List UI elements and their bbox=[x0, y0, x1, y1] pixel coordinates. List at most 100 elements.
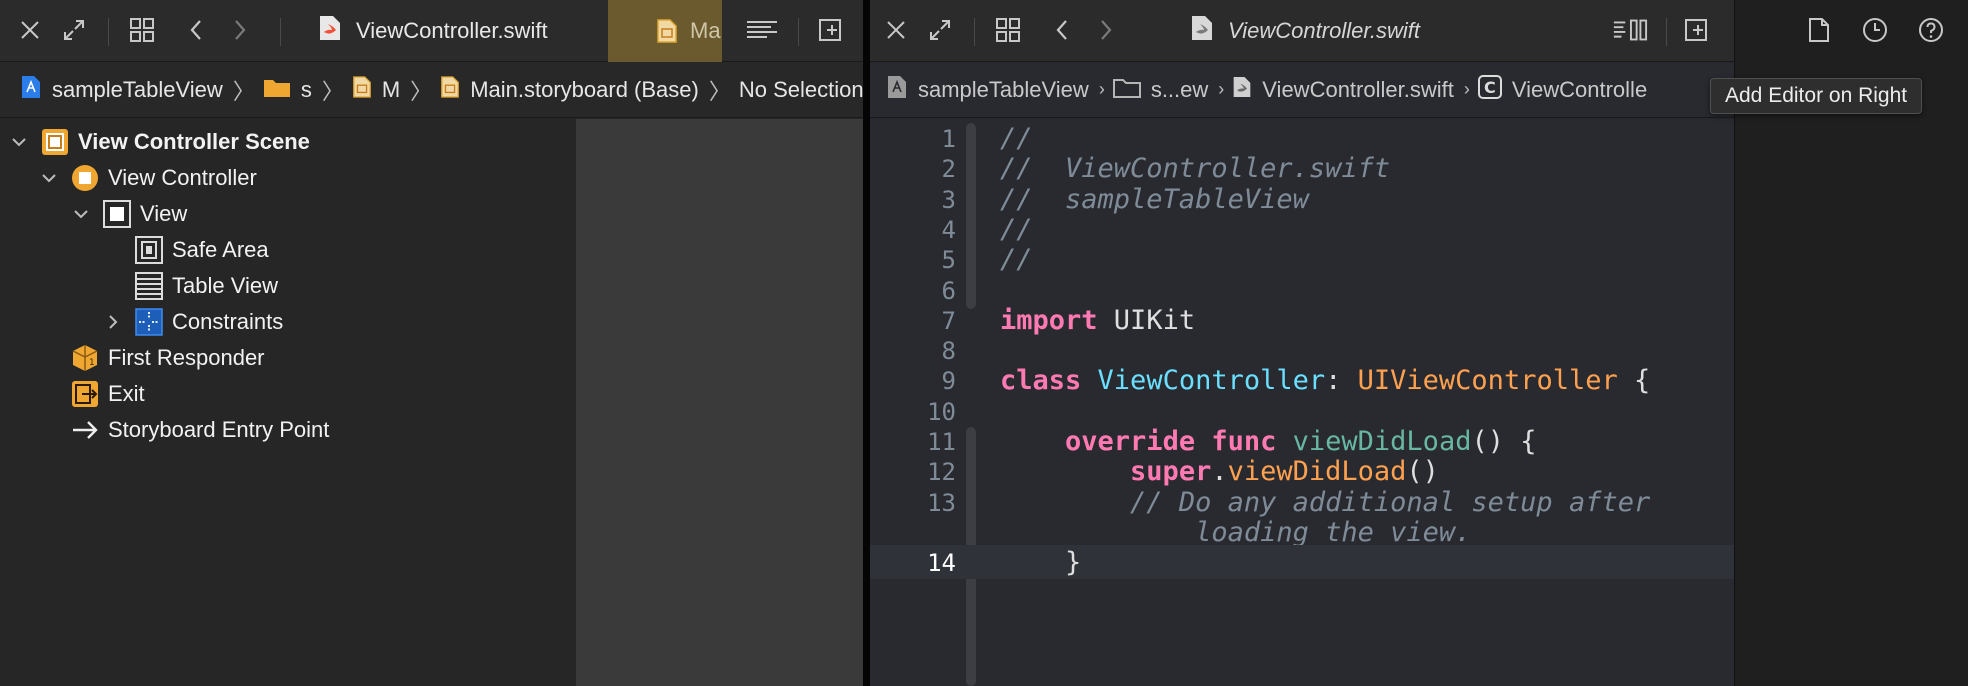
quick-help-icon[interactable] bbox=[1913, 12, 1949, 48]
jump-item-class[interactable]: C ViewControlle bbox=[1477, 74, 1653, 105]
jump-item-label: ViewControlle bbox=[1511, 76, 1648, 102]
jump-item-project[interactable]: sampleTableView bbox=[886, 74, 1095, 106]
jump-item-label: No Selection bbox=[738, 76, 863, 102]
view-controller-icon bbox=[70, 163, 100, 193]
chevron-down-icon[interactable] bbox=[70, 208, 92, 220]
code-line[interactable]: override func viewDidLoad() { bbox=[1000, 426, 1536, 457]
swift-file-icon bbox=[318, 14, 342, 48]
code-token: ViewController bbox=[1097, 365, 1326, 396]
line-number: 12 bbox=[927, 458, 956, 486]
chevron-down-icon[interactable] bbox=[38, 172, 60, 184]
add-editor-icon[interactable] bbox=[812, 12, 848, 48]
jump-item-main-storyboard[interactable]: Main.storyboard (Base) bbox=[440, 75, 705, 105]
tab-viewcontroller-swift[interactable]: ViewController.swift bbox=[318, 0, 608, 62]
chevron-right-icon: › bbox=[1463, 79, 1470, 99]
outline-item-exit[interactable]: Exit bbox=[70, 377, 145, 411]
history-inspector-icon[interactable] bbox=[1857, 12, 1893, 48]
swift-file-icon bbox=[1190, 14, 1214, 48]
back-arrow-icon[interactable] bbox=[178, 12, 214, 48]
storyboard-canvas[interactable] bbox=[576, 119, 863, 686]
folder-icon bbox=[1112, 76, 1141, 104]
jump-item-project[interactable]: sampleTableView bbox=[20, 74, 229, 106]
outline-label: View Controller bbox=[108, 165, 257, 190]
exit-icon bbox=[70, 379, 100, 409]
code-token: () { bbox=[1471, 426, 1537, 457]
code-line[interactable]: super.viewDidLoad() bbox=[1000, 456, 1439, 487]
line-number: 14 bbox=[927, 549, 956, 577]
editor-split-divider[interactable] bbox=[863, 0, 870, 686]
code-token: () bbox=[1406, 456, 1439, 487]
code-line[interactable]: import UIKit bbox=[1000, 305, 1195, 336]
jump-item-label: sampleTableView bbox=[918, 76, 1089, 102]
outline-item-storyboard-entry-point[interactable]: Storyboard Entry Point bbox=[70, 413, 329, 447]
code-line[interactable]: // ViewController.swift bbox=[1000, 153, 1390, 184]
code-fold-ribbon[interactable] bbox=[966, 123, 976, 309]
constraints-icon bbox=[134, 307, 164, 337]
outline-item-constraints[interactable]: Constraints bbox=[102, 305, 283, 339]
jump-item-folder[interactable]: s...ew bbox=[1112, 76, 1214, 104]
code-line[interactable]: loading the view. bbox=[1000, 517, 1471, 548]
code-token: // bbox=[1000, 214, 1033, 245]
outline-item-view[interactable]: View bbox=[70, 197, 187, 231]
jump-item-label: sampleTableView bbox=[52, 76, 223, 102]
code-line[interactable]: class ViewController: UIViewController { bbox=[1000, 365, 1650, 396]
code-token: // bbox=[1000, 123, 1033, 154]
file-inspector-icon[interactable] bbox=[1801, 12, 1837, 48]
add-editor-on-right-icon[interactable] bbox=[1678, 12, 1714, 48]
storyboard-file-icon bbox=[352, 75, 372, 105]
close-editor-icon[interactable] bbox=[12, 12, 48, 48]
tab-label: ViewController.swift bbox=[1228, 18, 1420, 43]
jump-item-label: s bbox=[300, 76, 312, 102]
add-editor-tooltip: Add Editor on Right bbox=[1710, 78, 1923, 114]
arrow-right-icon bbox=[70, 415, 100, 445]
related-items-icon[interactable] bbox=[990, 12, 1026, 48]
forward-arrow-icon[interactable] bbox=[222, 12, 258, 48]
code-line[interactable]: } bbox=[1000, 547, 1081, 578]
tab-viewcontroller-swift[interactable]: ViewController.swift bbox=[1190, 0, 1520, 62]
code-token: { bbox=[1617, 365, 1651, 396]
back-arrow-icon[interactable] bbox=[1044, 12, 1080, 48]
project-icon bbox=[886, 74, 908, 106]
tab-main-storyboard[interactable]: Ma bbox=[608, 0, 722, 62]
jump-item-label: ViewController.swift bbox=[1262, 76, 1454, 102]
forward-arrow-icon[interactable] bbox=[1088, 12, 1124, 48]
code-token: viewDidLoad bbox=[1227, 456, 1407, 487]
left-editor-pane: ViewController.swift Ma sampleTableView … bbox=[0, 0, 863, 686]
jump-item-storyboard-short[interactable]: M bbox=[352, 75, 406, 105]
class-icon: C bbox=[1477, 74, 1502, 105]
expand-editor-icon[interactable] bbox=[922, 12, 958, 48]
chevron-right-icon[interactable] bbox=[102, 314, 124, 330]
line-number: 8 bbox=[941, 337, 956, 365]
code-line[interactable]: // sampleTableView bbox=[1000, 184, 1309, 215]
outline-label: View Controller Scene bbox=[78, 129, 310, 154]
jump-item-folder[interactable]: s bbox=[263, 76, 318, 104]
minimap-lines-icon[interactable] bbox=[744, 12, 780, 48]
storyboard-file-icon bbox=[656, 18, 678, 50]
outline-item-table-view[interactable]: Table View bbox=[134, 269, 278, 303]
code-line[interactable]: // Do any additional setup after bbox=[1000, 487, 1650, 518]
jump-item-swift-file[interactable]: ViewController.swift bbox=[1232, 75, 1460, 105]
line-number: 6 bbox=[941, 277, 956, 305]
outline-item-first-responder[interactable]: 1 First Responder bbox=[70, 341, 265, 375]
code-token: func bbox=[1211, 426, 1277, 457]
outline-item-safe-area[interactable]: Safe Area bbox=[134, 233, 269, 267]
outline-item-view-controller[interactable]: View Controller bbox=[38, 161, 257, 195]
source-editor[interactable]: 1 // 2 // ViewController.swift 3 // sampleTab… bbox=[870, 119, 1734, 686]
close-editor-icon[interactable] bbox=[878, 12, 914, 48]
code-line[interactable]: // bbox=[1000, 214, 1033, 245]
editor-options-icon[interactable] bbox=[1612, 12, 1648, 48]
expand-editor-icon[interactable] bbox=[56, 12, 92, 48]
outline-item-view-controller-scene[interactable]: View Controller Scene bbox=[8, 125, 310, 159]
tab-label: ViewController.swift bbox=[356, 18, 548, 43]
jump-item-no-selection[interactable]: No Selection bbox=[739, 77, 863, 103]
code-line[interactable]: // bbox=[1000, 123, 1033, 154]
view-icon bbox=[102, 199, 132, 229]
related-items-icon[interactable] bbox=[124, 12, 160, 48]
svg-text:C: C bbox=[1484, 78, 1496, 97]
code-token: } bbox=[1000, 547, 1082, 578]
code-line[interactable]: // bbox=[1000, 244, 1033, 275]
chevron-down-icon[interactable] bbox=[8, 136, 30, 148]
